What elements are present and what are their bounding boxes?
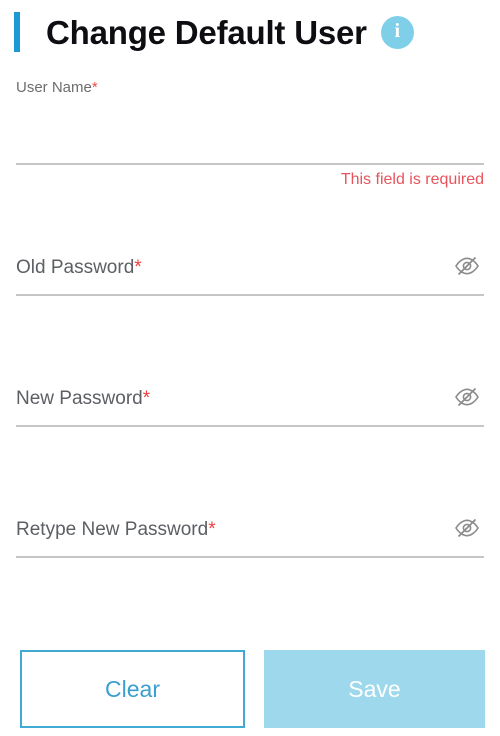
field-error-user-name: This field is required <box>340 171 484 188</box>
eye-off-icon[interactable] <box>452 253 482 279</box>
change-default-user-page: Change Default User i User Name* This fi… <box>0 0 500 736</box>
required-asterisk: * <box>91 79 98 96</box>
old-password-input[interactable] <box>16 252 446 278</box>
user-name-input[interactable] <box>16 132 446 158</box>
page-header: Change Default User i <box>0 0 500 64</box>
info-circle-icon[interactable]: i <box>380 15 414 49</box>
field-label-text: User Name <box>16 79 92 96</box>
field-underline-old-password <box>16 294 484 296</box>
page-title: Change Default User <box>46 13 367 51</box>
field-label-user-name: User Name* <box>16 80 98 95</box>
title-accent-bar <box>14 12 20 52</box>
form-actions: Clear Save <box>0 650 500 730</box>
eye-off-icon[interactable] <box>452 384 482 410</box>
field-underline-user-name <box>16 163 484 165</box>
retype-new-password-input[interactable] <box>16 514 446 540</box>
field-underline-retype-new-password <box>16 556 484 558</box>
new-password-input[interactable] <box>16 383 446 409</box>
eye-off-icon[interactable] <box>452 515 482 541</box>
field-underline-new-password <box>16 425 484 427</box>
info-icon-letter: i <box>394 20 401 42</box>
save-button[interactable]: Save <box>264 650 485 728</box>
clear-button[interactable]: Clear <box>20 650 245 728</box>
